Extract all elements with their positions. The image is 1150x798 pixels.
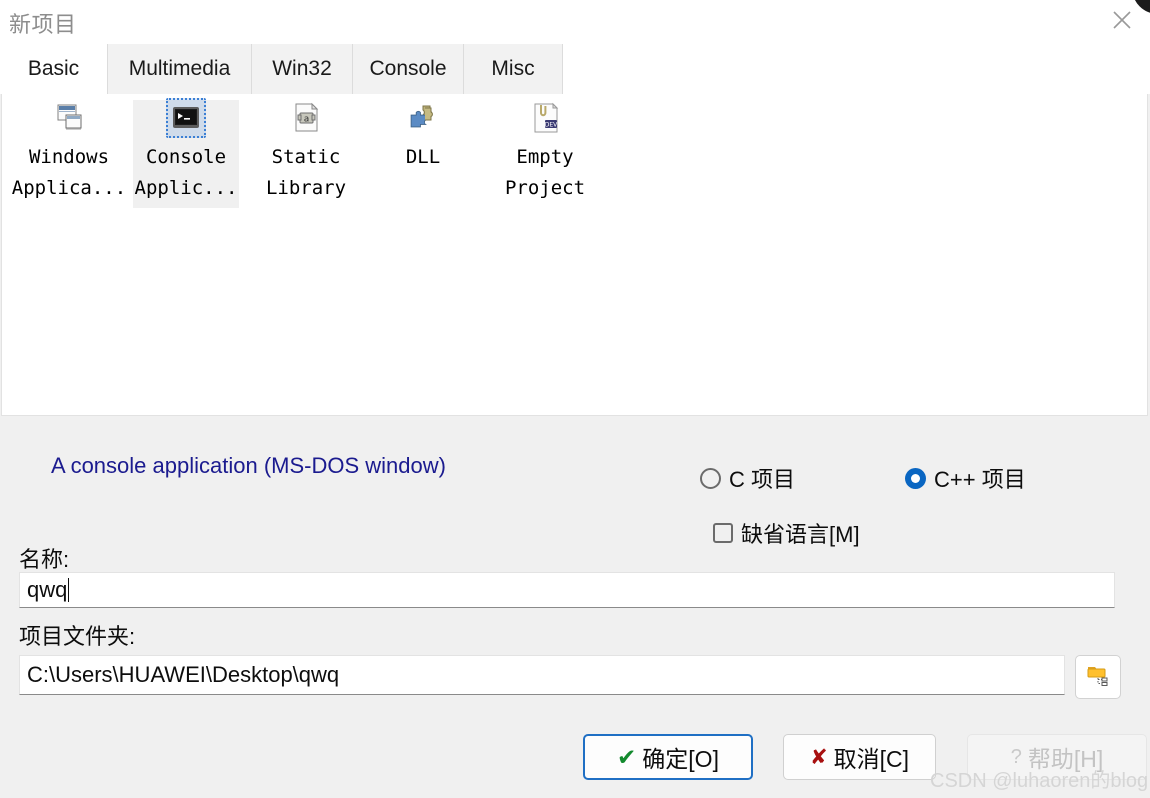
template-description: A console application (MS-DOS window)	[51, 453, 446, 478]
text-caret	[68, 578, 70, 602]
cross-icon: ✘	[810, 745, 828, 769]
tab-multimedia-label: Multimedia	[128, 57, 231, 80]
name-input[interactable]: qwq	[19, 572, 1115, 608]
checkbox-default-language-indicator	[713, 523, 733, 543]
project-type-label: Static Library	[265, 146, 347, 199]
checkbox-default-language-label: 缺省语言[M]	[741, 522, 860, 547]
tab-misc-label: Misc	[491, 57, 535, 80]
tab-win32-label: Win32	[272, 57, 332, 80]
project-type-label: DLL	[405, 146, 441, 168]
project-type-static-library[interactable]: a Static Library	[255, 100, 357, 208]
name-input-value: qwq	[27, 577, 68, 602]
dll-icon	[407, 102, 439, 134]
tab-multimedia[interactable]: Multimedia	[108, 44, 252, 94]
cancel-button-label: 取消[C]	[833, 746, 909, 772]
title-bar: 新项目	[0, 0, 1150, 44]
svg-text:a: a	[304, 115, 309, 125]
checkbox-default-language[interactable]: 缺省语言[M]	[713, 517, 860, 549]
radio-cpp-project-indicator	[905, 467, 926, 489]
help-button-label: 帮助[H]	[1027, 746, 1104, 772]
radio-c-project-indicator	[700, 467, 721, 489]
svg-text:DEV: DEV	[545, 121, 558, 128]
tab-basic-label: Basic	[27, 57, 80, 80]
project-type-label: Console Applic...	[134, 146, 238, 199]
project-type-console-application[interactable]: Console Applic...	[133, 98, 239, 208]
radio-cpp-project[interactable]: C++ 项目	[905, 462, 1026, 494]
window-corner-decoration	[1128, 0, 1150, 14]
tab-misc[interactable]: Misc	[464, 44, 563, 94]
ok-button[interactable]: ✔ 确定[O]	[583, 734, 753, 780]
project-type-label: Windows Applica...	[11, 146, 127, 199]
dialog-lower-section: A console application (MS-DOS window) C …	[0, 417, 1150, 798]
static-library-icon: a	[290, 102, 322, 134]
project-type-empty-project[interactable]: DEV Empty Project	[492, 100, 598, 208]
project-type-label: Empty Project	[504, 146, 586, 199]
cancel-button[interactable]: ✘ 取消[C]	[783, 734, 936, 780]
tab-win32[interactable]: Win32	[252, 44, 353, 94]
new-project-dialog: 新项目 Basic Multimedia Win32 Console Misc	[0, 0, 1150, 798]
check-icon: ✔	[617, 743, 637, 770]
project-folder-value: C:\Users\HUAWEI\Desktop\qwq	[27, 662, 340, 687]
folder-browse-icon	[1085, 663, 1111, 692]
radio-c-project[interactable]: C 项目	[700, 462, 795, 494]
ok-button-label: 确定[O]	[642, 746, 719, 772]
project-template-panel: Windows Applica... Console Applic... a S…	[1, 94, 1148, 416]
radio-cpp-project-label: C++ 项目	[934, 467, 1026, 492]
window-title: 新项目	[9, 12, 77, 37]
windows-application-icon	[53, 102, 85, 134]
console-application-icon	[166, 98, 206, 138]
project-folder-input[interactable]: C:\Users\HUAWEI\Desktop\qwq	[19, 655, 1065, 695]
project-folder-label: 项目文件夹:	[19, 624, 136, 649]
question-icon: ?	[1010, 745, 1022, 768]
empty-project-icon: DEV	[529, 102, 561, 134]
browse-folder-button[interactable]	[1075, 655, 1121, 699]
help-button: ? 帮助[H]	[967, 734, 1147, 780]
category-tabs: Basic Multimedia Win32 Console Misc	[0, 44, 1150, 94]
name-label: 名称:	[19, 547, 70, 572]
tab-console[interactable]: Console	[353, 44, 464, 94]
radio-c-project-label: C 项目	[729, 467, 796, 492]
project-type-windows-application[interactable]: Windows Applica...	[10, 100, 128, 208]
tab-console-label: Console	[369, 57, 447, 80]
tab-basic[interactable]: Basic	[0, 44, 108, 94]
project-type-dll[interactable]: DLL	[377, 100, 469, 177]
